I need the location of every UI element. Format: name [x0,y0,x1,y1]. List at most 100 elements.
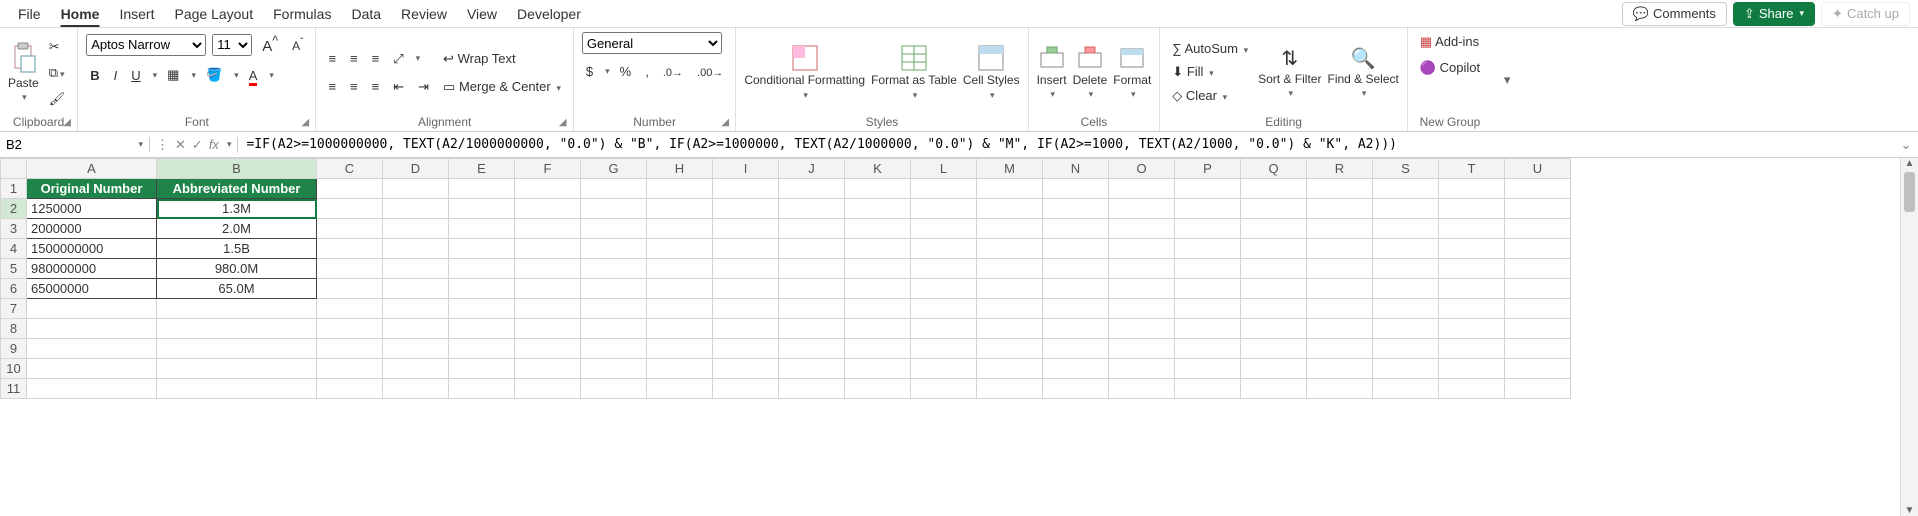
cell[interactable] [1439,219,1505,239]
cell[interactable] [515,239,581,259]
scroll-thumb[interactable] [1904,172,1915,212]
cell[interactable] [713,199,779,219]
clear-button[interactable]: ◇ Clear ▾ [1168,86,1252,106]
cell[interactable] [1175,359,1241,379]
scroll-up-arrow[interactable]: ▲ [1901,158,1918,169]
addins-button[interactable]: ▦ Add-ins [1416,32,1483,52]
vertical-scrollbar[interactable]: ▲ ▼ [1900,158,1918,516]
cell[interactable] [515,359,581,379]
cell[interactable] [977,279,1043,299]
borders-button[interactable]: ▦ [163,65,183,85]
column-header[interactable]: J [779,159,845,179]
cell[interactable] [1043,259,1109,279]
cell[interactable]: Original Number [27,179,157,199]
formula-menu-button[interactable]: ⋮ [156,137,169,153]
cell[interactable] [647,299,713,319]
cell[interactable] [581,299,647,319]
delete-cells-button[interactable]: Delete▾ [1073,45,1108,100]
cell[interactable] [1109,299,1175,319]
cell[interactable] [1175,179,1241,199]
cell[interactable] [713,319,779,339]
cell[interactable] [1043,299,1109,319]
cell[interactable] [977,299,1043,319]
cell[interactable] [845,259,911,279]
cell[interactable] [515,199,581,219]
paste-button[interactable]: Paste ▾ [8,42,39,103]
cell[interactable] [713,379,779,399]
name-box-input[interactable] [6,137,106,152]
cell[interactable]: 980.0M [157,259,317,279]
cell[interactable] [1505,179,1571,199]
cell[interactable] [779,239,845,259]
font-name-select[interactable]: Aptos Narrow [86,34,206,56]
cell[interactable] [911,259,977,279]
insert-cells-button[interactable]: Insert▾ [1037,45,1067,100]
align-top-button[interactable]: ≡ [324,49,340,68]
cell[interactable] [977,219,1043,239]
cell[interactable] [1307,239,1373,259]
cell[interactable] [383,179,449,199]
cell[interactable] [1307,279,1373,299]
cell[interactable] [779,179,845,199]
cell[interactable] [1373,299,1439,319]
cell[interactable] [1439,299,1505,319]
catchup-button[interactable]: ✦ Catch up [1821,2,1910,26]
cell[interactable] [977,339,1043,359]
column-header[interactable]: U [1505,159,1571,179]
cell[interactable] [1307,359,1373,379]
sort-filter-button[interactable]: ⇅ Sort & Filter▾ [1258,46,1321,99]
cell[interactable] [317,219,383,239]
tab-insert[interactable]: Insert [109,2,164,26]
cell[interactable] [1505,319,1571,339]
cell[interactable] [647,339,713,359]
tab-file[interactable]: File [8,2,51,26]
cell[interactable] [911,339,977,359]
cell[interactable] [845,359,911,379]
cell[interactable]: 1250000 [27,199,157,219]
cell[interactable]: Abbreviated Number [157,179,317,199]
cell[interactable] [1175,199,1241,219]
cell[interactable] [647,359,713,379]
cell[interactable] [449,359,515,379]
cell[interactable] [1175,239,1241,259]
cell[interactable] [383,339,449,359]
cell[interactable] [911,219,977,239]
cell[interactable] [779,279,845,299]
cell[interactable] [157,319,317,339]
cell[interactable] [1043,199,1109,219]
row-header[interactable]: 8 [1,319,27,339]
cell[interactable] [1109,199,1175,219]
copilot-button[interactable]: 🟣 Copilot [1416,58,1484,78]
cell[interactable] [977,319,1043,339]
tab-home[interactable]: Home [51,2,110,26]
cell[interactable] [713,239,779,259]
cell[interactable] [845,299,911,319]
cell[interactable] [779,299,845,319]
row-header[interactable]: 3 [1,219,27,239]
cell[interactable] [845,179,911,199]
accept-formula-button[interactable]: ✓ [192,137,203,153]
cell[interactable] [1109,379,1175,399]
cell[interactable] [845,219,911,239]
share-button[interactable]: ⇪ Share ▾ [1733,2,1815,26]
cell[interactable] [713,179,779,199]
cell[interactable] [317,199,383,219]
cell[interactable] [1505,219,1571,239]
ribbon-collapse-button[interactable]: ▾ [1492,28,1522,131]
cell[interactable]: 65000000 [27,279,157,299]
cell[interactable] [1439,279,1505,299]
cell[interactable] [647,179,713,199]
cell[interactable] [1241,379,1307,399]
cell[interactable] [515,219,581,239]
cell[interactable] [1043,319,1109,339]
cell[interactable] [713,219,779,239]
cell[interactable] [581,219,647,239]
cell[interactable] [1241,219,1307,239]
cell[interactable] [581,379,647,399]
cell[interactable] [647,279,713,299]
column-header[interactable]: R [1307,159,1373,179]
cell[interactable] [157,339,317,359]
cell[interactable] [1439,179,1505,199]
increase-decimal-button[interactable]: .0→ [659,62,687,81]
cell[interactable] [1175,259,1241,279]
